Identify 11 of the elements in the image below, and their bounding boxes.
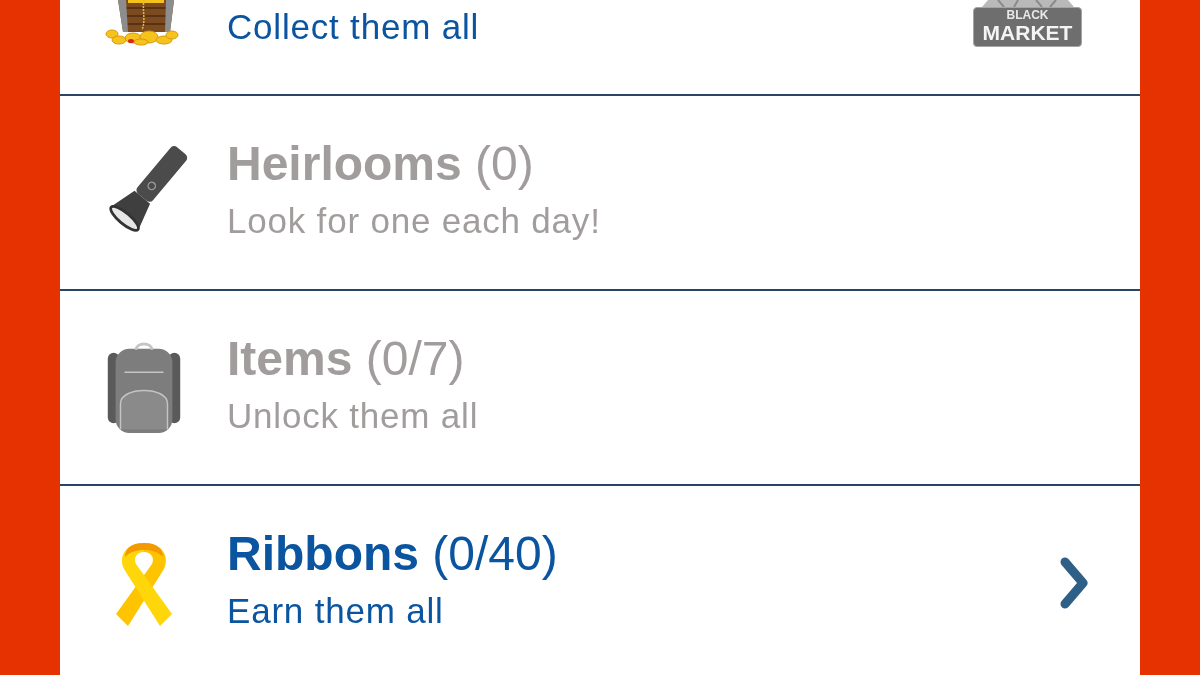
menu-row[interactable]: Ribbons (0/40) Earn them all <box>60 486 1140 675</box>
row-subtitle: Look for one each day! <box>227 199 602 242</box>
row-subtitle: Earn them all <box>227 589 445 632</box>
row-title: Items (0/7) <box>227 330 466 387</box>
menu-row[interactable]: Collect them all BLACK MARKET <box>60 0 1140 96</box>
row-title: Heirlooms (0) <box>227 135 535 192</box>
logo-text: MARKET <box>982 22 1073 44</box>
row-subtitle: Collect them all <box>227 6 481 48</box>
row-subtitle: Unlock them all <box>227 394 480 437</box>
logo-text: BLACK <box>1006 9 1049 22</box>
row-title: Ribbons (0/40) <box>227 525 559 582</box>
